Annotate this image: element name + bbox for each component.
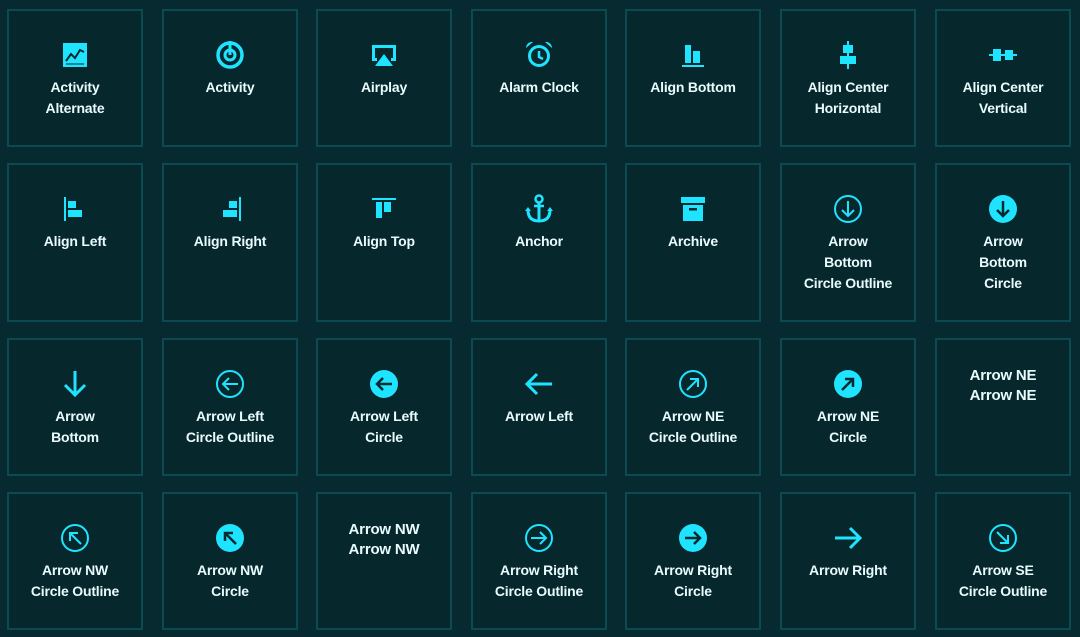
arrow-ne-circle-icon <box>832 368 864 400</box>
icon-tile[interactable]: Align Bottom <box>625 9 761 147</box>
align-center-horizontal-icon <box>832 39 864 71</box>
icon-tile[interactable]: Arrow Bottom <box>7 338 143 476</box>
icon-tile-label: Arrow NE Circle Outline <box>648 408 738 445</box>
arrow-right-circle-outline-icon <box>523 522 555 554</box>
icon-tile-label: Activity <box>205 79 255 95</box>
icon-tile-label: Arrow NE Arrow NE <box>969 367 1037 404</box>
arrow-left-circle-outline-icon <box>214 368 246 400</box>
icon-tile-label: Align Center Vertical <box>962 79 1044 116</box>
icon-tile[interactable]: Arrow Bottom Circle <box>935 163 1071 322</box>
align-bottom-icon <box>677 39 709 71</box>
icon-tile-label: Align Left <box>43 233 107 249</box>
icon-tile[interactable]: Anchor <box>471 163 607 322</box>
icon-tile[interactable]: Arrow NE Circle <box>780 338 916 476</box>
anchor-icon <box>523 193 555 225</box>
icon-tile-label: Arrow SE Circle Outline <box>958 562 1048 599</box>
icon-tile-label: Archive <box>668 233 718 249</box>
icon-tile-label: Airplay <box>360 79 408 95</box>
icon-tile[interactable]: Activity Alternate <box>7 9 143 147</box>
arrow-left-circle-icon <box>368 368 400 400</box>
icon-tile[interactable]: Arrow Bottom Circle Outline <box>780 163 916 322</box>
icon-tile-label: Align Right <box>193 233 267 249</box>
icon-tile-label: Arrow NW Circle Outline <box>30 562 120 599</box>
arrow-bottom-circle-icon <box>987 193 1019 225</box>
archive-icon <box>677 193 709 225</box>
icon-tile-label: Arrow Left Circle <box>349 408 418 445</box>
icon-tile[interactable]: Arrow Left Circle <box>316 338 452 476</box>
icon-tile-label: Arrow NW Arrow NW <box>348 521 420 558</box>
icon-tile[interactable]: Arrow NE Arrow NE <box>935 338 1071 476</box>
icon-tile[interactable]: Align Right <box>162 163 298 322</box>
icon-tile-label: Arrow NE Circle <box>816 408 880 445</box>
arrow-se-circle-outline-icon <box>987 522 1019 554</box>
icon-tile[interactable]: Arrow Right Circle <box>625 492 761 630</box>
icon-tile[interactable]: Arrow NW Circle <box>162 492 298 630</box>
icon-tile-label: Align Bottom <box>650 79 736 95</box>
icon-tile[interactable]: Align Left <box>7 163 143 322</box>
align-right-icon <box>214 193 246 225</box>
icon-tile-label: Align Center Horizontal <box>807 79 889 116</box>
arrow-left-icon <box>523 368 555 400</box>
arrow-nw-circle-icon <box>214 522 246 554</box>
icon-tile[interactable]: Arrow Left Circle Outline <box>162 338 298 476</box>
icon-tile[interactable]: Arrow Left <box>471 338 607 476</box>
alarm-clock-icon <box>523 39 555 71</box>
align-center-vertical-icon <box>987 39 1019 71</box>
icon-grid: Activity Alternate Activity Airplay Alarm Cl… <box>0 0 1080 637</box>
icon-tile[interactable]: Alarm Clock <box>471 9 607 147</box>
activity-alternate-icon <box>59 39 91 71</box>
icon-tile-label: Arrow Right Circle <box>654 562 732 599</box>
icon-tile[interactable]: Align Center Vertical <box>935 9 1071 147</box>
icon-tile[interactable]: Arrow NW Circle Outline <box>7 492 143 630</box>
icon-tile-label: Arrow Left <box>504 408 573 424</box>
icon-tile[interactable]: Arrow SE Circle Outline <box>935 492 1071 630</box>
icon-tile-label: Arrow Bottom Circle Outline <box>803 233 893 291</box>
arrow-ne-circle-outline-icon <box>677 368 709 400</box>
arrow-bottom-circle-outline-icon <box>832 193 864 225</box>
icon-tile[interactable]: Arrow NE Circle Outline <box>625 338 761 476</box>
arrow-right-circle-icon <box>677 522 709 554</box>
icon-tile-label: Arrow Right <box>809 562 887 578</box>
icon-tile-label: Arrow Bottom <box>51 408 99 445</box>
icon-tile[interactable]: Arrow Right Circle Outline <box>471 492 607 630</box>
icon-tile-label: Align Top <box>353 233 415 249</box>
arrow-right-icon <box>832 522 864 554</box>
icon-tile-label: Arrow Bottom Circle <box>979 233 1027 291</box>
arrow-nw-circle-outline-icon <box>59 522 91 554</box>
arrow-bottom-icon <box>59 368 91 400</box>
icon-tile-label: Arrow Right Circle Outline <box>494 562 584 599</box>
icon-tile[interactable]: Arrow NW Arrow NW <box>316 492 452 630</box>
icon-tile[interactable]: Align Top <box>316 163 452 322</box>
icon-tile-label: Arrow NW Circle <box>196 562 264 599</box>
icon-tile[interactable]: Airplay <box>316 9 452 147</box>
icon-tile-label: Anchor <box>515 233 563 249</box>
icon-tile[interactable]: Archive <box>625 163 761 322</box>
icon-tile-label: Activity Alternate <box>45 79 105 116</box>
icon-tile-label: Arrow Left Circle Outline <box>185 408 275 445</box>
activity-icon <box>214 39 246 71</box>
icon-tile-label: Alarm Clock <box>499 79 579 95</box>
airplay-icon <box>368 39 400 71</box>
icon-tile[interactable]: Arrow Right <box>780 492 916 630</box>
icon-tile[interactable]: Activity <box>162 9 298 147</box>
align-top-icon <box>368 193 400 225</box>
align-left-icon <box>59 193 91 225</box>
icon-tile[interactable]: Align Center Horizontal <box>780 9 916 147</box>
